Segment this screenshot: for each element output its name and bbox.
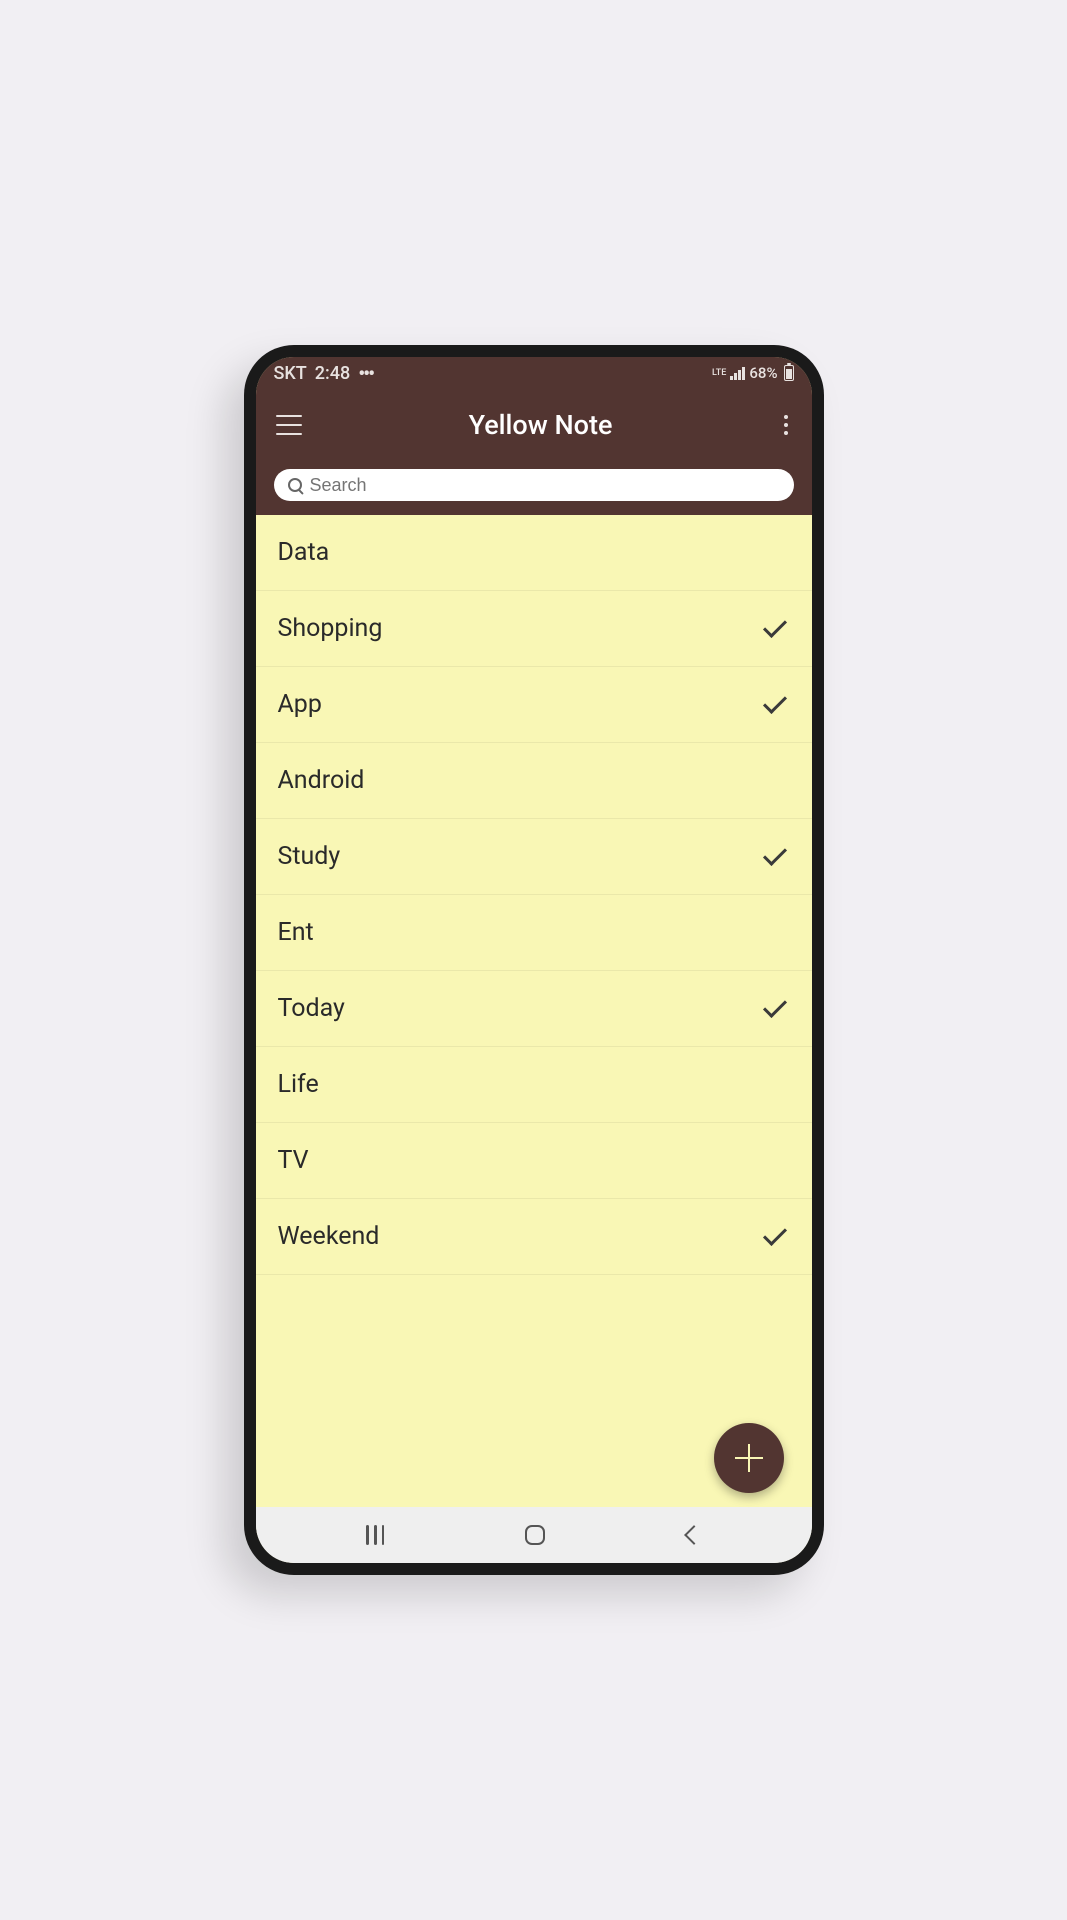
note-list[interactable]: Data Shopping App Android Study Ent Today Life T… <box>256 515 812 1507</box>
overflow-menu-icon[interactable] <box>780 411 792 439</box>
search-wrap <box>256 461 812 515</box>
check-icon <box>762 841 786 865</box>
note-item[interactable]: App <box>256 667 812 743</box>
note-label: Android <box>278 766 365 795</box>
note-label: Ent <box>278 918 314 947</box>
note-label: TV <box>278 1146 309 1175</box>
check-icon <box>762 993 786 1017</box>
nav-home-button[interactable] <box>525 1525 545 1545</box>
status-left: SKT 2:48 ••• <box>274 361 374 385</box>
search-input[interactable] <box>310 475 780 496</box>
status-bar: SKT 2:48 ••• LTE 68% <box>256 357 812 389</box>
status-right: LTE 68% <box>712 364 793 382</box>
note-item[interactable]: TV <box>256 1123 812 1199</box>
battery-percent: 68% <box>749 364 777 382</box>
note-label: Today <box>278 994 345 1023</box>
carrier-label: SKT <box>274 363 307 384</box>
phone-screen: SKT 2:48 ••• LTE 68% Yellow Note <box>256 357 812 1563</box>
battery-icon <box>784 365 794 381</box>
status-more-icon: ••• <box>358 361 373 385</box>
note-label: App <box>278 690 322 719</box>
app-bar: Yellow Note <box>256 389 812 461</box>
network-label: LTE <box>712 369 726 378</box>
add-note-button[interactable] <box>714 1423 784 1493</box>
note-label: Weekend <box>278 1222 380 1251</box>
note-item[interactable]: Weekend <box>256 1199 812 1275</box>
note-label: Life <box>278 1070 319 1099</box>
signal-icon <box>730 366 745 380</box>
nav-recent-button[interactable] <box>366 1525 384 1545</box>
app-title: Yellow Note <box>302 409 780 441</box>
clock-label: 2:48 <box>315 363 350 384</box>
note-item[interactable]: Android <box>256 743 812 819</box>
menu-icon[interactable] <box>276 415 302 435</box>
note-item[interactable]: Study <box>256 819 812 895</box>
search-bar[interactable] <box>274 469 794 501</box>
note-item[interactable]: Shopping <box>256 591 812 667</box>
note-item[interactable]: Life <box>256 1047 812 1123</box>
note-item[interactable]: Today <box>256 971 812 1047</box>
phone-frame: SKT 2:48 ••• LTE 68% Yellow Note <box>244 345 824 1575</box>
check-icon <box>762 689 786 713</box>
note-label: Shopping <box>278 614 383 643</box>
note-label: Data <box>278 538 330 567</box>
search-icon <box>288 478 302 492</box>
note-label: Study <box>278 842 341 871</box>
system-nav-bar <box>256 1507 812 1563</box>
check-icon <box>762 1221 786 1245</box>
note-item[interactable]: Data <box>256 515 812 591</box>
check-icon <box>762 613 786 637</box>
note-item[interactable]: Ent <box>256 895 812 971</box>
nav-back-button[interactable] <box>684 1525 704 1545</box>
